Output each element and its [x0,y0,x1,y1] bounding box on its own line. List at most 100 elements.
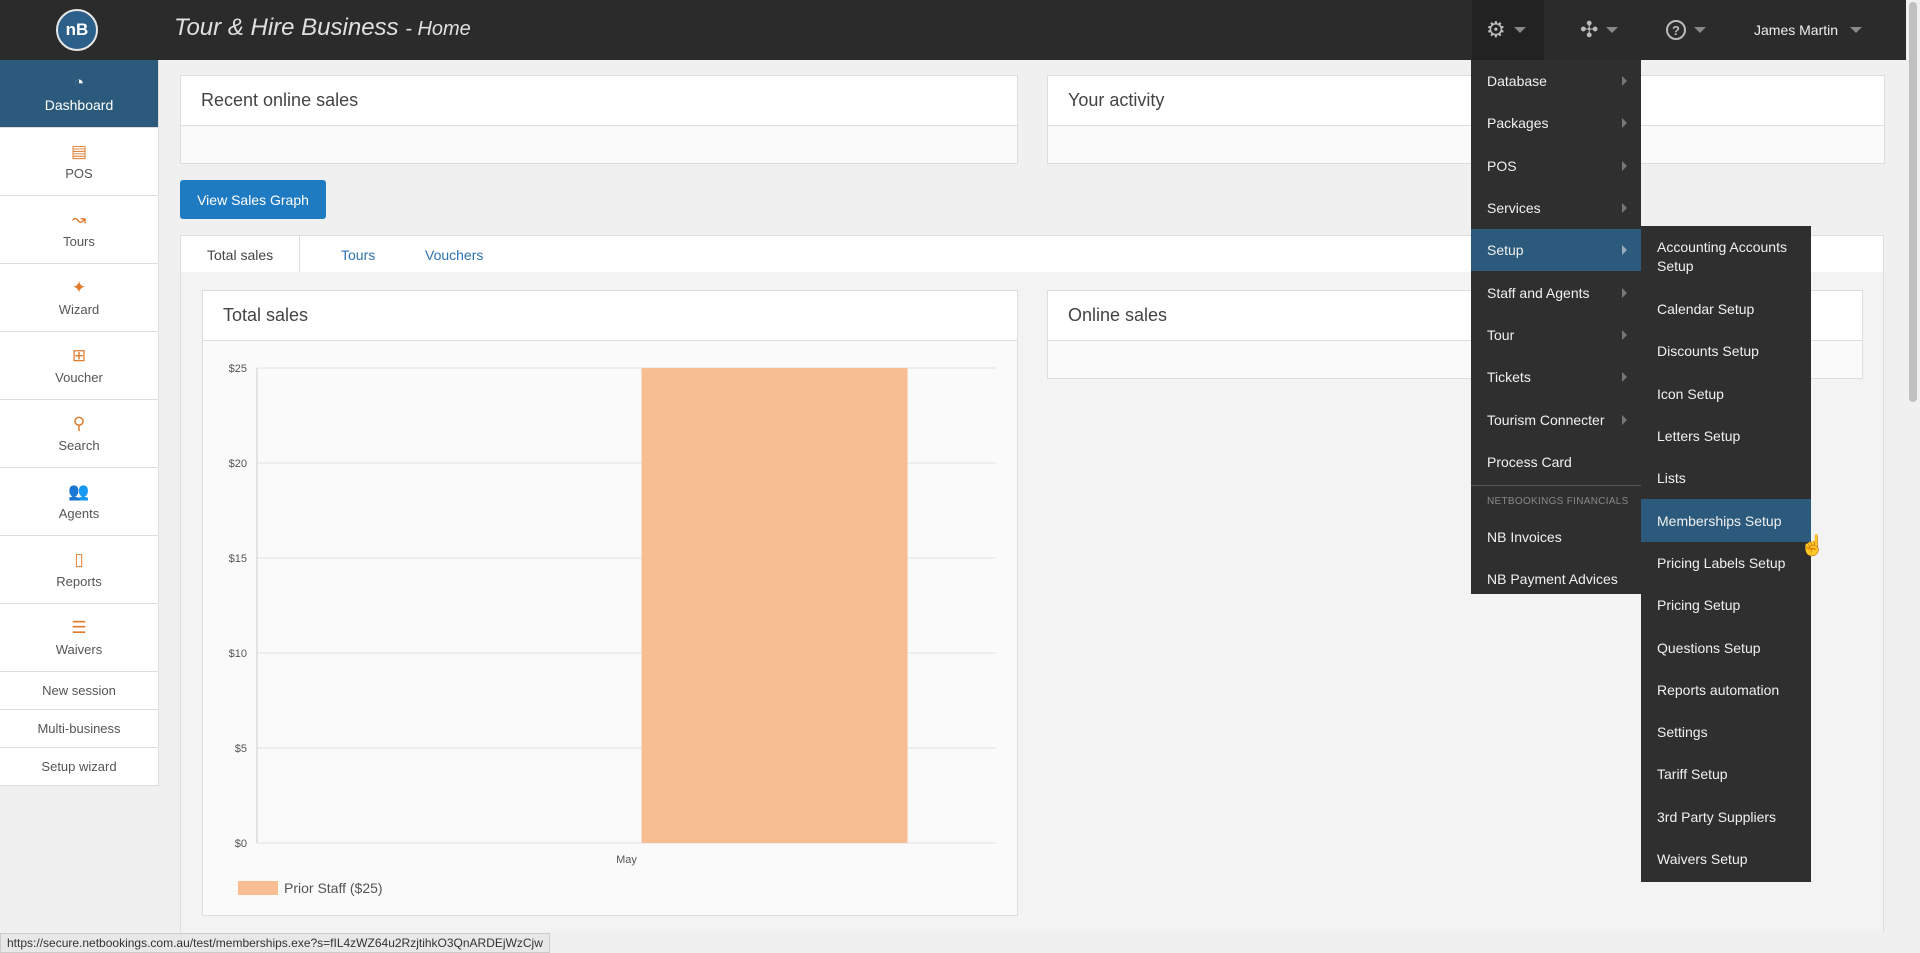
menu-item-label: Tickets [1487,369,1531,386]
panel-title: Your activity [1048,76,1884,126]
help-icon: ? [1666,20,1686,40]
user-menu[interactable]: James Martin [1754,22,1863,38]
tab-total-sales[interactable]: Total sales [181,236,301,274]
chart-legend: Prior Staff ($25) [238,880,383,896]
legend-label: Prior Staff ($25) [284,880,383,896]
sidebar-item-reports[interactable]: ▯ Reports [0,536,159,604]
document-icon: ▯ [74,549,84,569]
sidebar-item-label: Wizard [58,301,100,317]
sidebar-item-label: POS [65,165,93,181]
setup-wizard-link[interactable]: Setup wizard [0,748,159,786]
sidebar-item-voucher[interactable]: ⊞ Voucher [0,332,159,400]
menu-item-label: Staff and Agents [1487,284,1590,301]
submenu-item-reports-automation[interactable]: Reports automation [1641,669,1811,711]
chevron-right-icon [1622,245,1627,256]
your-activity-panel: Your activity [1047,75,1885,164]
menu-item-tour[interactable]: Tour [1471,314,1641,356]
submenu-item-waivers-setup[interactable]: Waivers Setup [1641,838,1811,880]
panel-title: Total sales [203,291,1017,341]
tab-tours[interactable]: Tours [315,236,401,274]
menu-item-process-card[interactable]: Process Card [1471,441,1641,483]
legend-swatch [238,881,278,895]
chevron-down-icon [1694,27,1706,33]
submenu-item-questions-setup[interactable]: Questions Setup [1641,626,1811,668]
sidebar-item-tours[interactable]: ↝ Tours [0,196,159,264]
route-icon: ↝ [71,209,87,229]
submenu-item-accounting-accounts-setup[interactable]: Accounting Accounts Setup [1641,226,1811,288]
view-sales-graph-button[interactable]: View Sales Graph [180,180,326,219]
sidebar-item-dashboard[interactable]: ◔ Dashboard [0,60,159,128]
menu-item-tourism-connecter[interactable]: Tourism Connecter [1471,398,1641,440]
chevron-down-icon [1513,27,1526,33]
hand-cursor-icon: ☝ [1800,535,1825,557]
business-name: Tour & Hire Business [174,14,399,41]
submenu-item-tariff-setup[interactable]: Tariff Setup [1641,753,1811,795]
submenu-item-3rd-party-suppliers[interactable]: 3rd Party Suppliers [1641,796,1811,838]
menu-item-label: POS [1487,157,1517,174]
submenu-item-discounts-setup[interactable]: Discounts Setup [1641,330,1811,372]
chevron-right-icon [1622,329,1627,340]
sidebar-item-label: Dashboard [44,97,114,113]
scrollbar-thumb[interactable] [1909,2,1917,402]
sidebar-item-label: Tours [63,233,95,249]
cash-register-icon: ▤ [70,141,88,161]
panel-title: Recent online sales [181,76,1017,126]
chevron-right-icon [1622,372,1627,383]
menu-item-nb-payment-advices[interactable]: NB Payment Advices [1471,558,1641,600]
sidebar-item-agents[interactable]: 👥 Agents [0,468,159,536]
app-title: Tour & Hire Business - Home [174,14,471,41]
status-bar-url: https://secure.netbookings.com.au/test/m… [0,933,550,953]
submenu-item-pricing-labels-setup[interactable]: Pricing Labels Setup [1641,542,1811,584]
chevron-right-icon [1622,160,1627,171]
checklist-icon: ☰ [71,617,87,637]
tab-vouchers[interactable]: Vouchers [399,236,509,274]
total-sales-panel: Total sales [202,290,1018,916]
gears-icon: ⚙ [1486,14,1526,46]
page-scrollbar[interactable] [1906,0,1920,953]
submenu-item-lists[interactable]: Lists [1641,457,1811,499]
menu-item-label: Packages [1487,115,1549,132]
submenu-item-icon-setup[interactable]: Icon Setup [1641,373,1811,415]
settings-alt-icon: ✣ [1580,17,1599,42]
menu-item-label: Tourism Connecter [1487,411,1605,428]
chevron-right-icon [1622,118,1627,129]
menu-item-label: Setup [1487,242,1524,259]
sidebar-item-label: Agents [58,505,100,521]
settings-alt-toggle[interactable]: ✣ [1580,14,1619,46]
new-session-link[interactable]: New session [0,672,159,710]
multi-business-link[interactable]: Multi-business [0,710,159,748]
menu-item-packages[interactable]: Packages [1471,102,1641,144]
menu-section-header: NETBOOKINGS FINANCIALS [1487,496,1629,508]
submenu-item-calendar-setup[interactable]: Calendar Setup [1641,288,1811,330]
submenu-item-letters-setup[interactable]: Letters Setup [1641,415,1811,457]
settings-menu-toggle[interactable]: ⚙ [1472,0,1544,60]
help-toggle[interactable]: ? [1666,14,1706,46]
sidebar-item-waivers[interactable]: ☰ Waivers [0,604,159,672]
user-name: James Martin [1754,22,1839,38]
sidebar-item-pos[interactable]: ▤ POS [0,128,159,196]
menu-divider [1471,484,1641,486]
submenu-item-settings[interactable]: Settings [1641,711,1811,753]
menu-item-setup[interactable]: Setup [1471,229,1641,272]
submenu-item-pricing-setup[interactable]: Pricing Setup [1641,584,1811,626]
sidebar-item-label: Search [58,437,100,453]
recent-sales-panel: Recent online sales [180,75,1018,164]
menu-item-pos[interactable]: POS [1471,145,1641,187]
menu-item-tickets[interactable]: Tickets [1471,356,1641,398]
sidebar-item-label: Waivers [55,641,103,657]
search-icon: ⚲ [72,413,86,433]
menu-item-database[interactable]: Database [1471,60,1641,102]
menu-item-nb-invoices[interactable]: NB Invoices [1471,516,1641,558]
menu-item-staff-and-agents[interactable]: Staff and Agents [1471,271,1641,313]
menu-item-label: Tour [1487,326,1515,343]
menu-item-label: Database [1487,73,1547,90]
submenu-item-memberships-setup[interactable]: Memberships Setup [1641,499,1811,542]
sidebar-item-wizard[interactable]: ✦ Wizard [0,264,159,332]
sidebar-item-search[interactable]: ⚲ Search [0,400,159,468]
app-logo[interactable]: nB [56,9,98,51]
menu-item-services[interactable]: Services [1471,187,1641,229]
page-name: Home [417,18,471,40]
sidebar-item-label: Voucher [55,369,103,385]
chevron-right-icon [1622,203,1627,214]
dashboard-icon: ◔ [73,73,85,92]
